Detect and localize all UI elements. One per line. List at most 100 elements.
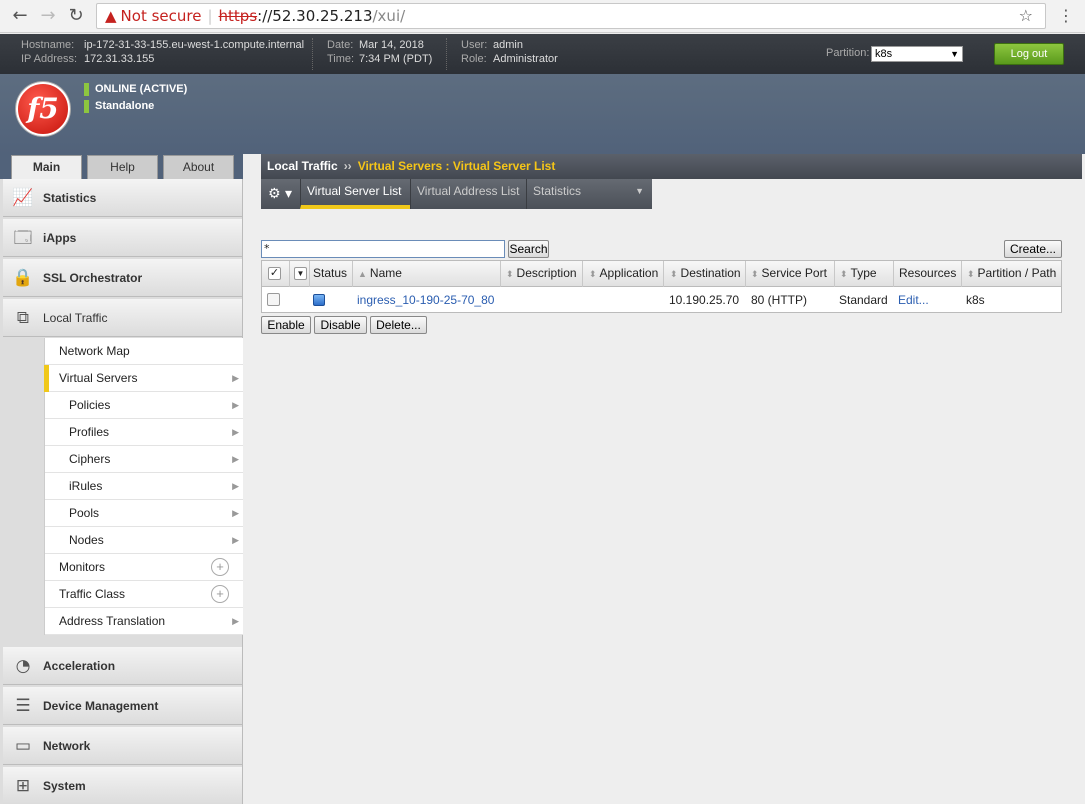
not-secure-label: Not secure xyxy=(120,7,202,25)
sidebar-item-nodes[interactable]: Nodes ▶ xyxy=(45,527,244,554)
tab-main[interactable]: Main xyxy=(11,155,82,180)
f5-logo: f5 xyxy=(16,82,70,136)
tab-about[interactable]: About xyxy=(163,155,234,179)
sidebar-section-system[interactable]: ⊞ System xyxy=(3,767,242,804)
warning-triangle-icon: ▲ xyxy=(105,7,117,25)
time-label: Time: xyxy=(327,53,355,65)
col-resources: Resources xyxy=(894,261,962,287)
row-service-port: 80 (HTTP) xyxy=(751,293,808,307)
sidebar-section-statistics[interactable]: 📈 Statistics xyxy=(3,179,242,217)
row-checkbox[interactable] xyxy=(267,293,280,306)
chevron-right-icon: ▶ xyxy=(232,454,239,464)
partition-label: Partition: xyxy=(826,47,870,59)
virtual-server-name-link[interactable]: ingress_10-190-25-70_80 xyxy=(357,293,494,307)
sort-icon: ⬍ xyxy=(506,269,514,279)
sidebar-section-network[interactable]: ▭ Network xyxy=(3,727,242,765)
col-application[interactable]: ⬍ Application xyxy=(583,261,664,287)
date-value: Mar 14, 2018 xyxy=(359,39,424,51)
row-type: Standard xyxy=(839,293,888,307)
partition-select[interactable]: k8s ▼ xyxy=(871,46,963,62)
url-scheme: https xyxy=(218,7,258,25)
sort-icon: ⬍ xyxy=(751,269,759,279)
sidebar-item-pools[interactable]: Pools ▶ xyxy=(45,500,244,527)
create-button[interactable]: Create... xyxy=(1004,240,1062,258)
col-service-port[interactable]: ⬍ Service Port xyxy=(746,261,835,287)
sidebar-section-device-management[interactable]: ☰ Device Management xyxy=(3,687,242,725)
sidebar-item-address-translation[interactable]: Address Translation ▶ xyxy=(45,608,244,635)
online-status: ONLINE (ACTIVE) xyxy=(95,83,188,95)
col-name[interactable]: ▲ Name xyxy=(353,261,501,287)
table-header: ✓ ▼ Status ▲ Name ⬍ Description ⬍ Applicati… xyxy=(262,261,1061,287)
dropdown-arrow-icon: ▼ xyxy=(635,186,644,196)
content-tabs: ⚙ ▾ Virtual Server List Virtual Address … xyxy=(261,179,652,209)
back-arrow-icon[interactable]: ← xyxy=(10,6,30,26)
breadcrumb-section[interactable]: Local Traffic xyxy=(267,159,338,173)
sidebar-item-profiles[interactable]: Profiles ▶ xyxy=(45,419,244,446)
select-all-checkbox[interactable]: ✓ xyxy=(268,267,281,280)
sidebar-section-ssl-orchestrator[interactable]: 🔒 SSL Orchestrator xyxy=(3,259,242,297)
sort-icon: ⬍ xyxy=(967,269,975,279)
select-options-icon[interactable]: ▼ xyxy=(294,267,307,280)
sort-icon: ⬍ xyxy=(589,269,597,279)
chevron-right-icon: ▶ xyxy=(232,481,239,491)
chevron-right-icon: ▶ xyxy=(232,373,239,383)
sidebar-item-policies[interactable]: Policies ▶ xyxy=(45,392,244,419)
chevron-right-icon: ▶ xyxy=(232,508,239,518)
sidebar-item-ciphers[interactable]: Ciphers ▶ xyxy=(45,446,244,473)
delete-button[interactable]: Delete... xyxy=(370,316,427,334)
disable-button[interactable]: Disable xyxy=(314,316,367,334)
sidebar-section-local-traffic[interactable]: ⧉ Local Traffic xyxy=(3,299,242,337)
sidebar-section-acceleration[interactable]: ◔ Acceleration xyxy=(3,647,242,685)
forward-arrow-icon[interactable]: → xyxy=(38,6,58,26)
browser-menu-icon[interactable]: ⋮ xyxy=(1056,6,1076,26)
resources-edit-link[interactable]: Edit... xyxy=(898,293,929,307)
tab-statistics[interactable]: Statistics ▼ xyxy=(526,179,652,209)
sidebar-section-iapps[interactable]: 🗔 iApps xyxy=(3,219,242,257)
reload-icon[interactable]: ↻ xyxy=(66,6,86,26)
add-traffic-class-icon[interactable]: + xyxy=(211,585,229,603)
row-partition: k8s xyxy=(966,293,985,307)
ip-label: IP Address: xyxy=(21,53,78,65)
chevron-right-icon: ▶ xyxy=(232,535,239,545)
sidebar-item-network-map[interactable]: Network Map xyxy=(45,338,244,365)
col-description[interactable]: ⬍ Description xyxy=(501,261,583,287)
col-status[interactable]: Status xyxy=(310,261,353,287)
brand-banner: f5 ONLINE (ACTIVE) Standalone xyxy=(0,74,1085,154)
tab-help[interactable]: Help xyxy=(87,155,158,179)
system-icon: ⊞ xyxy=(15,776,31,796)
sidebar-item-monitors[interactable]: Monitors + xyxy=(45,554,244,581)
sort-icon: ⬍ xyxy=(670,269,678,279)
time-value: 7:34 PM (PDT) xyxy=(359,53,433,65)
online-indicator xyxy=(84,83,89,96)
sidebar-item-irules[interactable]: iRules ▶ xyxy=(45,473,244,500)
sidebar-item-traffic-class[interactable]: Traffic Class + xyxy=(45,581,244,608)
chevron-right-icon: ▶ xyxy=(232,400,239,410)
standalone-indicator xyxy=(84,100,89,113)
add-monitor-icon[interactable]: + xyxy=(211,558,229,576)
bookmark-star-icon[interactable]: ☆ xyxy=(1019,4,1033,28)
speedometer-icon: ◔ xyxy=(15,656,31,676)
role-label: Role: xyxy=(461,53,487,65)
statistics-chart-icon: 📈 xyxy=(12,188,34,208)
search-input[interactable]: * xyxy=(261,240,505,258)
col-type[interactable]: ⬍ Type xyxy=(835,261,894,287)
sort-asc-icon: ▲ xyxy=(358,269,367,279)
tab-virtual-server-list[interactable]: Virtual Server List xyxy=(300,179,410,209)
url-host: ://52.30.25.213 xyxy=(257,7,373,25)
enable-button[interactable]: Enable xyxy=(261,316,311,334)
ip-value: 172.31.33.155 xyxy=(84,53,155,65)
address-bar[interactable]: ▲ Not secure | https://52.30.25.213/xui/ ☆ xyxy=(96,3,1046,29)
sidebar-item-virtual-servers[interactable]: Virtual Servers ▶ xyxy=(44,365,244,392)
role-value: Administrator xyxy=(493,53,558,65)
tab-virtual-address-list[interactable]: Virtual Address List xyxy=(410,179,526,209)
gear-menu-icon[interactable]: ⚙ ▾ xyxy=(261,179,299,209)
chevron-right-icon: ▶ xyxy=(232,427,239,437)
search-button[interactable]: Search xyxy=(508,240,549,258)
breadcrumb: Local Traffic ›› Virtual Servers : Virtual… xyxy=(261,154,1082,179)
hostname-label: Hostname: xyxy=(21,39,75,51)
col-destination[interactable]: ⬍ Destination xyxy=(664,261,746,287)
logout-button[interactable]: Log out xyxy=(994,43,1064,65)
lock-icon: 🔒 xyxy=(12,268,34,288)
col-partition-path[interactable]: ⬍ Partition / Path xyxy=(962,261,1061,287)
date-label: Date: xyxy=(327,39,354,51)
